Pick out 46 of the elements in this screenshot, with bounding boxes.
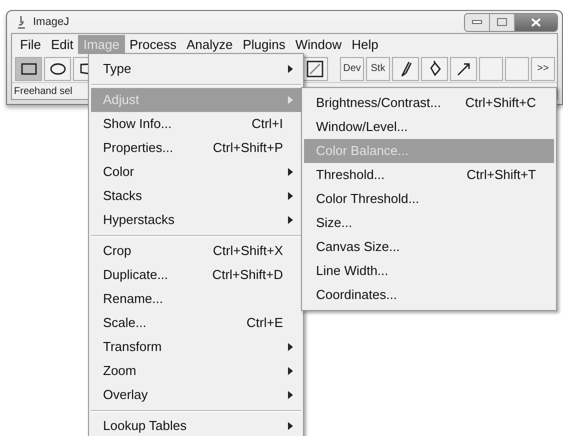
menu-item[interactable]: Line Width... [304,259,554,283]
menu-item[interactable]: Zoom [91,359,301,383]
maximize-button[interactable] [490,14,515,30]
close-icon [531,18,541,26]
tool-button[interactable]: Stk [366,56,390,80]
menu-item[interactable]: Window/Level... [304,115,554,139]
menu-item[interactable]: Brightness/Contrast... Ctrl+Shift+C [304,91,554,115]
microscope-icon [15,15,27,29]
menu-bar-item[interactable]: Help [346,35,384,54]
menu-bar-item[interactable]: File [15,35,46,54]
status-text: Freehand sel [14,84,72,98]
minimize-icon [472,20,482,24]
tool-button[interactable] [15,56,42,80]
tool-button[interactable] [392,56,419,80]
menu-item[interactable]: Properties... Ctrl+Shift+P [91,136,301,160]
menu-item[interactable]: Threshold... Ctrl+Shift+T [304,163,554,187]
menu-item[interactable]: Transform [91,335,301,359]
menu-item[interactable]: Rename... [91,287,301,311]
tool-button[interactable] [450,56,477,80]
menu-bar-item[interactable]: Process [124,35,182,54]
menu-item[interactable]: Type [91,57,301,81]
tool-button[interactable] [44,56,71,80]
window-title: ImageJ [33,14,70,30]
menu-bar-item[interactable]: Analyze [181,35,238,54]
menu-bar-item[interactable]: Window [290,35,347,54]
menu-item[interactable]: Stacks [91,184,301,208]
tool-button[interactable]: Dev [340,56,364,80]
menu-bar-item[interactable]: Plugins [238,35,290,54]
menu-item[interactable]: Color Threshold... [304,187,554,211]
menu-item[interactable]: Color [91,160,301,184]
maximize-icon [497,18,507,26]
menu-item[interactable]: Overlay [91,383,301,407]
tool-button[interactable]: >> [531,56,555,80]
minimize-button[interactable] [465,14,490,30]
menu-item[interactable]: Coordinates... [304,283,554,307]
menu-item[interactable]: Hyperstacks [91,208,301,232]
menu-item[interactable]: Canvas Size... [304,235,554,259]
menu-item[interactable]: Scale... Ctrl+E [91,311,301,335]
menu-item[interactable]: Lookup Tables [91,414,301,436]
tool-button[interactable] [421,56,448,80]
menu-item[interactable]: Size... [304,211,554,235]
menu-item[interactable]: Show Info... Ctrl+I [91,112,301,136]
menu-item[interactable]: Duplicate... Ctrl+Shift+D [91,263,301,287]
close-button[interactable] [515,14,557,30]
menu-item[interactable]: Crop Ctrl+Shift+X [91,239,301,263]
menu-bar-item[interactable]: Edit [46,35,78,54]
